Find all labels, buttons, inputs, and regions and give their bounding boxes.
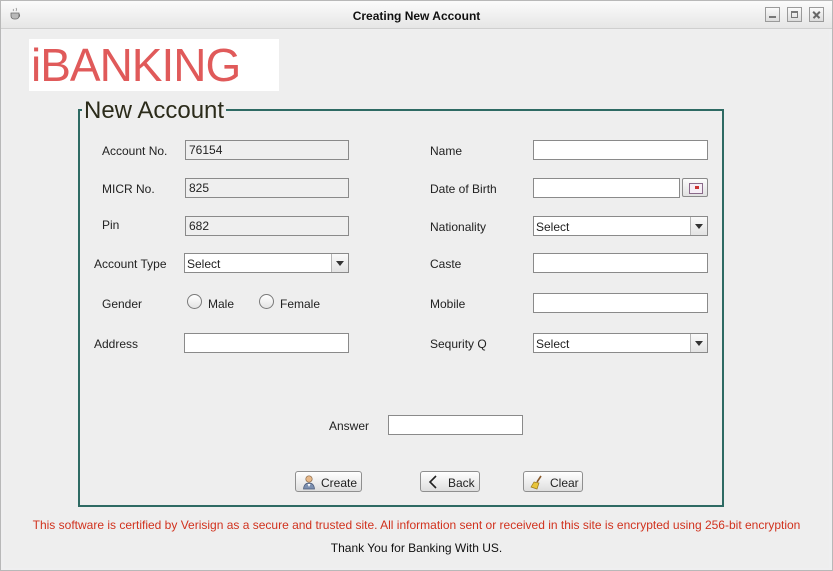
- answer-field[interactable]: [388, 415, 523, 435]
- minimize-button[interactable]: [765, 7, 780, 22]
- mobile-field[interactable]: [533, 293, 708, 313]
- account-type-label: Account Type: [94, 257, 167, 271]
- account-no-label: Account No.: [102, 144, 168, 158]
- address-field[interactable]: [184, 333, 349, 353]
- pin-label: Pin: [102, 218, 120, 232]
- caste-field[interactable]: [533, 253, 708, 273]
- create-button[interactable]: Create: [295, 471, 362, 492]
- pin-field[interactable]: 682: [185, 216, 349, 236]
- gender-male-label: Male: [208, 297, 235, 311]
- dob-label: Date of Birth: [430, 182, 497, 196]
- app-window: Creating New Account iBANKING New Accoun…: [0, 0, 833, 571]
- nationality-value: Select: [536, 220, 570, 234]
- broom-icon: [530, 475, 542, 490]
- thanks-message: Thank You for Banking With US.: [330, 541, 503, 555]
- window-title: Creating New Account: [352, 9, 481, 23]
- chevron-down-icon: [690, 217, 707, 235]
- account-type-select[interactable]: Select: [184, 253, 349, 273]
- logo-text: iBANKING: [31, 39, 241, 91]
- name-label: Name: [430, 144, 463, 158]
- answer-label: Answer: [329, 419, 370, 433]
- gender-male-radio[interactable]: [187, 294, 202, 309]
- gender-female-label: Female: [280, 297, 321, 311]
- back-button[interactable]: Back: [420, 471, 480, 492]
- micr-no-label: MICR No.: [102, 182, 155, 196]
- title-bar: Creating New Account: [1, 1, 832, 29]
- caste-label: Caste: [430, 257, 462, 271]
- mobile-label: Mobile: [430, 297, 466, 311]
- group-legend: New Account: [82, 97, 227, 124]
- security-question-value: Select: [536, 337, 570, 351]
- user-icon: [303, 475, 315, 490]
- nationality-label: Nationality: [430, 220, 487, 234]
- account-no-field[interactable]: 76154: [185, 140, 349, 160]
- dob-field[interactable]: [533, 178, 680, 198]
- security-question-select[interactable]: Select: [533, 333, 708, 353]
- security-notice: This software is certified by Verisign a…: [32, 518, 801, 532]
- calendar-button[interactable]: [682, 178, 708, 197]
- name-field[interactable]: [533, 140, 708, 160]
- clear-button[interactable]: Clear: [523, 471, 583, 492]
- ibanking-logo: iBANKING: [29, 39, 279, 91]
- chevron-down-icon: [331, 254, 348, 272]
- back-button-label: Back: [448, 476, 475, 490]
- chevron-down-icon: [690, 334, 707, 352]
- create-button-label: Create: [321, 476, 358, 490]
- clear-button-label: Clear: [550, 476, 579, 490]
- gender-female-radio[interactable]: [259, 294, 274, 309]
- gender-label: Gender: [102, 297, 143, 311]
- micr-no-field[interactable]: 825: [185, 178, 349, 198]
- nationality-select[interactable]: Select: [533, 216, 708, 236]
- chevron-left-icon: [428, 475, 437, 489]
- close-button[interactable]: [809, 7, 824, 22]
- main-panel: iBANKING New Account Account No. 76154 M…: [4, 30, 829, 568]
- account-type-value: Select: [187, 257, 221, 271]
- security-question-label: Sequrity Q: [430, 337, 487, 351]
- maximize-button[interactable]: [787, 7, 802, 22]
- address-label: Address: [94, 337, 139, 351]
